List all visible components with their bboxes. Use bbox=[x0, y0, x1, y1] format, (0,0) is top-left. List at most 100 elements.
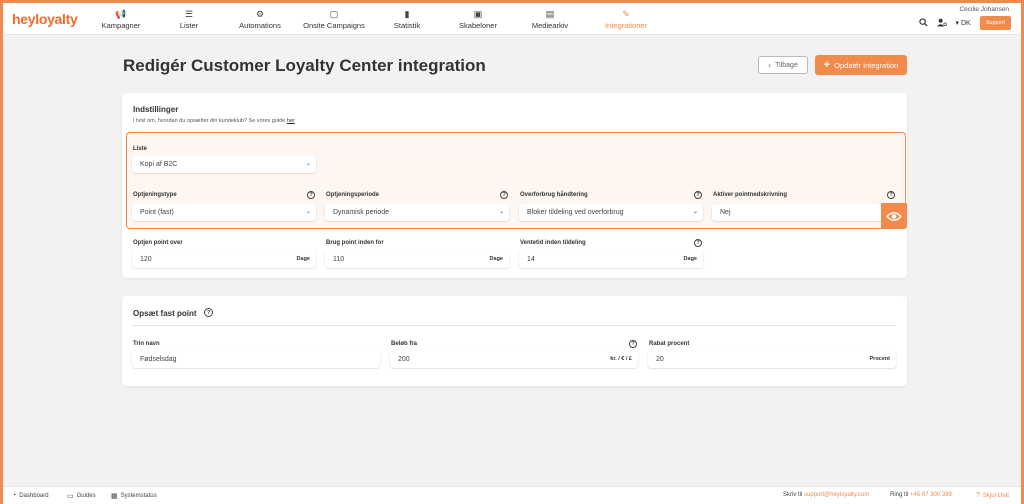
settings-subtitle: I tvivl om, hvordan du opsætter din kund… bbox=[133, 118, 295, 124]
use-within-unit: Dage bbox=[489, 256, 503, 262]
support-button[interactable]: Support bbox=[979, 16, 1011, 30]
footer-systemstatus-link[interactable]: ▦ Systemstatus bbox=[111, 492, 157, 500]
nav-label: Mediearkiv bbox=[531, 20, 569, 30]
chevron-down-icon: ⌄ bbox=[498, 209, 504, 215]
nav-label: Lister bbox=[179, 20, 199, 30]
amount-from-label: Beløb fra bbox=[391, 341, 418, 347]
earning-period-select[interactable]: Dynamisk periode ⌄ bbox=[325, 204, 509, 221]
earning-period-label: Optjeningsperiode bbox=[326, 192, 380, 198]
support-phone-link[interactable]: +45 87 300 399 bbox=[910, 492, 952, 498]
wait-label: Ventetid inden tildeling bbox=[520, 240, 586, 246]
footer-guides-link[interactable]: ▭ Guides bbox=[67, 492, 96, 500]
support-email-link[interactable]: support@heyloyalty.com bbox=[804, 492, 869, 498]
amount-from-value: 200 bbox=[398, 356, 410, 363]
eye-icon bbox=[886, 211, 902, 221]
templates-icon: ▣ bbox=[473, 8, 483, 19]
earn-over-label: Optjen point over bbox=[133, 240, 183, 246]
dashboard-icon: ◔ bbox=[12, 492, 17, 499]
nav-label: Onsite Campaigns bbox=[303, 20, 365, 30]
nav-label: Skabeloner bbox=[459, 20, 497, 30]
amount-from-input[interactable]: 200 kr. / € / £ bbox=[390, 351, 638, 368]
preview-button[interactable] bbox=[881, 203, 907, 229]
back-button[interactable]: ‹ Tilbage bbox=[758, 56, 808, 74]
earn-over-unit: Dage bbox=[296, 256, 310, 262]
nav-label: Automations bbox=[239, 20, 281, 30]
caret-down-icon: ▾ bbox=[955, 20, 960, 27]
footer-write-prefix: Skriv til bbox=[783, 492, 803, 498]
nav-item-lister[interactable]: ☰ Lister bbox=[154, 3, 224, 35]
use-within-value: 110 bbox=[333, 256, 345, 263]
help-icon[interactable]: ? bbox=[204, 308, 213, 317]
nav-item-onsite-campaigns[interactable]: ▢ Onsite Campaigns bbox=[296, 3, 372, 35]
top-right-controls: Cecilie Johansen ▾ DK Support bbox=[901, 3, 1011, 35]
step-name-value: Fødselsdag bbox=[140, 356, 177, 363]
nav-item-integrationer[interactable]: ✎ Integrationer bbox=[586, 3, 666, 35]
earn-over-input[interactable]: 120 Dage bbox=[132, 251, 316, 268]
footer-systemstatus-label: Systemstatus bbox=[120, 493, 157, 499]
overuse-label: Overforbrug håndtering bbox=[520, 192, 588, 198]
settings-subtitle-text: I tvivl om, hvordan du opsætter din kund… bbox=[133, 118, 286, 124]
chevron-left-icon: ‹ bbox=[768, 60, 772, 70]
overuse-value: Bloker tildeling ved overforbrug bbox=[527, 209, 624, 216]
megaphone-icon: 📢 bbox=[115, 8, 127, 19]
divider bbox=[132, 325, 896, 326]
nav-label: Kampagner bbox=[101, 20, 141, 30]
media-icon: ▤ bbox=[545, 8, 555, 19]
help-icon[interactable]: ? bbox=[629, 340, 637, 348]
footer-dashboard-label: Dashboard bbox=[19, 492, 49, 499]
nav-item-automations[interactable]: ⚙ Automations bbox=[224, 3, 296, 35]
user-settings-icon[interactable] bbox=[936, 18, 947, 29]
hide-chat-button[interactable]: ? Skjul chat bbox=[976, 492, 1009, 499]
guides-icon: ▭ bbox=[67, 493, 74, 500]
list-select[interactable]: Kopi af B2C ⌄ bbox=[132, 156, 316, 173]
earning-type-label: Optjeningstype bbox=[133, 192, 177, 198]
fixed-point-card bbox=[122, 296, 907, 386]
overuse-select[interactable]: Bloker tildeling ved overforbrug ⌄ bbox=[519, 204, 703, 221]
heyloyalty-logo[interactable]: heyloyalty bbox=[12, 11, 78, 27]
onsite-icon: ▢ bbox=[329, 8, 339, 19]
list-label: Liste bbox=[133, 146, 148, 152]
discount-value: 20 bbox=[656, 356, 664, 363]
earning-type-select[interactable]: Point (fast) ⌄ bbox=[132, 204, 316, 221]
nav-item-mediearkiv[interactable]: ▤ Mediearkiv bbox=[514, 3, 586, 35]
nav-item-kampagner[interactable]: 📢 Kampagner bbox=[88, 3, 154, 35]
update-button-label: Opdatér integration bbox=[834, 60, 899, 70]
update-integration-button[interactable]: + Opdatér integration bbox=[815, 55, 907, 75]
list-select-value: Kopi af B2C bbox=[140, 161, 178, 168]
footer-phone: Ring til +45 87 300 399 bbox=[890, 492, 952, 498]
chat-icon: ? bbox=[976, 492, 980, 499]
nav-item-statistik[interactable]: ▮ Statistik bbox=[372, 3, 442, 35]
amount-from-unit: kr. / € / £ bbox=[610, 356, 632, 362]
search-icon[interactable] bbox=[918, 17, 928, 29]
chevron-down-icon: ⌄ bbox=[305, 161, 311, 167]
username: Cecilie Johansen bbox=[959, 6, 1009, 13]
activate-writedown-select[interactable]: Nej bbox=[712, 204, 882, 221]
language-selector[interactable]: ▾ DK bbox=[956, 19, 971, 27]
page-title: Redigér Customer Loyalty Center integrat… bbox=[123, 56, 486, 75]
help-icon[interactable]: ? bbox=[887, 191, 895, 199]
help-icon[interactable]: ? bbox=[307, 191, 315, 199]
language-code: DK bbox=[961, 20, 971, 27]
hide-chat-label: Skjul chat bbox=[982, 492, 1009, 499]
wait-input[interactable]: 14 Dage bbox=[519, 251, 703, 268]
nav-label: Integrationer bbox=[604, 20, 648, 30]
app-frame: heyloyalty 📢 Kampagner ☰ Lister ⚙ Automa… bbox=[0, 0, 1024, 504]
footer-dashboard-link[interactable]: ◔ Dashboard bbox=[12, 492, 49, 499]
nav-item-skabeloner[interactable]: ▣ Skabeloner bbox=[442, 3, 514, 35]
earning-period-value: Dynamisk periode bbox=[333, 209, 390, 216]
settings-title: Indstillinger bbox=[133, 105, 179, 114]
help-icon[interactable]: ? bbox=[694, 239, 702, 247]
list-icon: ☰ bbox=[184, 8, 194, 19]
discount-unit: Procent bbox=[869, 356, 890, 362]
help-icon[interactable]: ? bbox=[500, 191, 508, 199]
footer-call-prefix: Ring til bbox=[890, 492, 909, 498]
help-icon[interactable]: ? bbox=[694, 191, 702, 199]
discount-input[interactable]: 20 Procent bbox=[648, 351, 896, 368]
guide-link[interactable]: her bbox=[287, 118, 295, 124]
bottom-bar: ◔ Dashboard ▭ Guides ▦ Systemstatus Skri… bbox=[3, 486, 1021, 504]
step-name-input[interactable]: Fødselsdag bbox=[132, 351, 380, 368]
logo-prefix: hey bbox=[12, 11, 36, 27]
main-nav: 📢 Kampagner ☰ Lister ⚙ Automations ▢ Ons… bbox=[88, 3, 666, 35]
activate-writedown-value: Nej bbox=[720, 209, 731, 216]
use-within-input[interactable]: 110 Dage bbox=[325, 251, 509, 268]
